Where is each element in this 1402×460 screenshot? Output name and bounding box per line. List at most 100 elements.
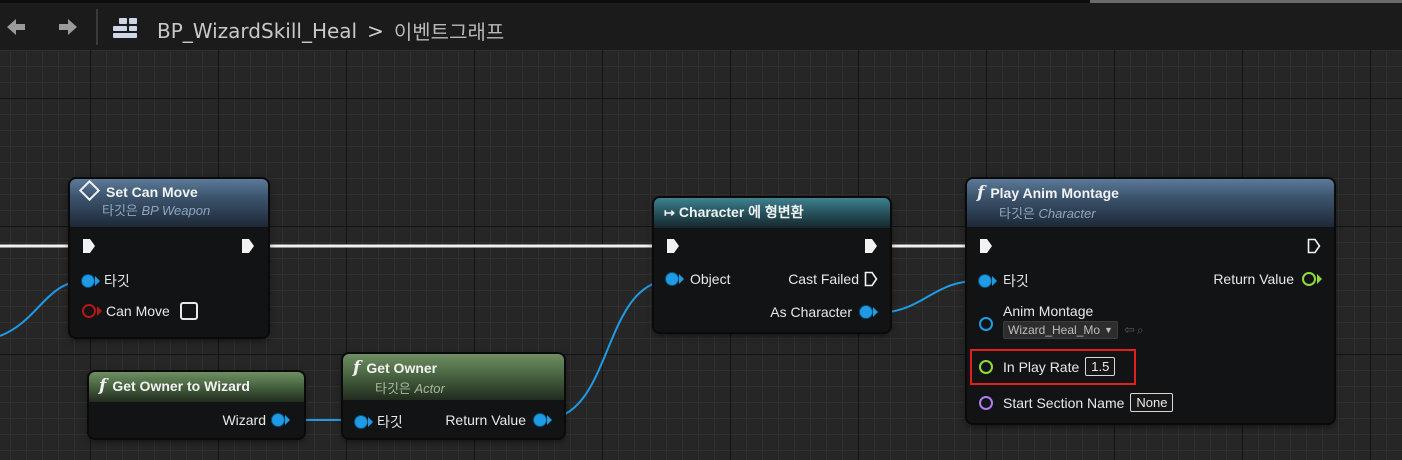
- editor-toolbar: BP_WizardSkill_Heal > 이벤트그래프: [0, 0, 1402, 51]
- pin-arrow: [547, 415, 552, 425]
- pin-label: Object: [690, 271, 731, 287]
- pin-start-section-name[interactable]: Start Section Name None: [979, 393, 1174, 412]
- node-title: Set Can Move: [78, 179, 258, 202]
- object-pin-icon[interactable]: [860, 306, 872, 318]
- pin-arrow: [992, 276, 997, 286]
- cast-icon: ↦: [664, 205, 675, 220]
- bool-pin-icon[interactable]: [82, 304, 96, 318]
- use-selected-arrow-icon[interactable]: ⇦: [1124, 322, 1135, 338]
- pin-cast-failed[interactable]: Cast Failed: [788, 271, 878, 287]
- pin-label: Anim Montage: [1003, 303, 1094, 319]
- pin-can-move[interactable]: Can Move: [82, 302, 198, 320]
- node-set-can-move[interactable]: Set Can Move 타깃은 BP Weapon 타깃 Can Move: [70, 179, 268, 337]
- highlight-box: [970, 349, 1136, 385]
- set-variable-icon: [78, 179, 101, 202]
- object-pin-icon[interactable]: [82, 275, 94, 287]
- pin-label: Can Move: [106, 303, 170, 319]
- back-arrow-icon[interactable]: [4, 15, 28, 39]
- pin-return-value[interactable]: Return Value: [1213, 271, 1322, 287]
- object-pin-icon[interactable]: [534, 414, 546, 426]
- node-title-text: Character 에 형변환: [678, 204, 804, 220]
- node-header: ↦ Character 에 형변환: [654, 198, 890, 228]
- node-title: f Get Owner to Wizard: [99, 376, 294, 396]
- pin-arrow: [285, 415, 290, 425]
- pin-arrow: [368, 417, 373, 427]
- pin-label: 타깃: [1003, 273, 1029, 289]
- pin-as-character[interactable]: As Character: [770, 304, 878, 320]
- subtitle-prefix: 타깃은: [102, 203, 138, 218]
- node-title-text: Get Owner: [366, 360, 438, 376]
- exec-out-pin-icon[interactable]: [864, 238, 878, 254]
- breadcrumb-graph[interactable]: 이벤트그래프: [394, 16, 504, 45]
- exec-out-pin-icon[interactable]: [241, 238, 255, 254]
- browse-search-icon[interactable]: ⌕: [1137, 323, 1144, 338]
- exec-in-pin-icon[interactable]: [979, 238, 993, 254]
- can-move-checkbox[interactable]: [179, 302, 198, 320]
- breadcrumb: BP_WizardSkill_Heal > 이벤트그래프: [157, 16, 504, 45]
- node-subtitle: 타깃은 Character: [999, 203, 1324, 222]
- name-pin-icon[interactable]: [979, 395, 993, 410]
- exec-in-pin-icon[interactable]: [666, 238, 680, 254]
- anim-montage-controls: Wizard_Heal_Mo ▼ ⇦ ⌕: [1003, 321, 1144, 339]
- node-title-text: Get Owner to Wizard: [112, 378, 250, 394]
- pin-label: 타깃: [104, 273, 130, 289]
- pin-label: Start Section Name: [1003, 394, 1125, 411]
- pin-label: Wizard: [222, 412, 266, 428]
- node-get-owner[interactable]: f Get Owner 타깃은 Actor 타깃 Return Value: [343, 354, 564, 438]
- node-subtitle: 타깃은 Actor: [375, 378, 554, 397]
- start-section-input[interactable]: None: [1130, 393, 1174, 412]
- node-header: Set Can Move 타깃은 BP Weapon: [70, 179, 268, 227]
- subtitle-prefix: 타깃은: [375, 381, 411, 396]
- pin-object[interactable]: Object: [666, 271, 730, 287]
- pin-wizard[interactable]: Wizard: [222, 412, 290, 428]
- pin-arrow: [95, 276, 100, 286]
- subtitle-target: Character: [1038, 206, 1096, 221]
- function-icon: f: [353, 358, 361, 378]
- node-get-owner-to-wizard[interactable]: f Get Owner to Wizard Wizard: [89, 372, 304, 438]
- node-title-text: Set Can Move: [106, 184, 198, 200]
- pin-label: Return Value: [1213, 271, 1294, 287]
- function-icon: f: [977, 183, 985, 203]
- anim-montage-field: Anim Montage Wizard_Heal_Mo ▼ ⇦ ⌕: [1003, 303, 1144, 339]
- node-header: f Play Anim Montage 타깃은 Character: [967, 179, 1334, 227]
- pin-label: As Character: [770, 304, 852, 320]
- pin-arrow: [679, 274, 684, 284]
- object-pin-icon[interactable]: [355, 416, 367, 428]
- float-pin-icon[interactable]: [1302, 272, 1316, 286]
- pin-arrow: [97, 306, 102, 316]
- pin-label: Cast Failed: [788, 271, 859, 287]
- object-pin-icon[interactable]: [272, 414, 284, 426]
- exec-out-hollow-pin-icon[interactable]: [864, 271, 878, 287]
- chevron-down-icon: ▼: [1104, 325, 1113, 335]
- node-cast-to-character[interactable]: ↦ Character 에 형변환 Object Cast Failed As C…: [654, 198, 890, 332]
- subtitle-target: Actor: [414, 381, 445, 396]
- breadcrumb-blueprint[interactable]: BP_WizardSkill_Heal: [157, 19, 357, 43]
- node-title: ↦ Character 에 형변환: [664, 202, 880, 222]
- pin-arrow: [873, 307, 878, 317]
- pin-label: 타깃: [377, 414, 403, 430]
- node-title-text: Play Anim Montage: [990, 185, 1119, 201]
- blueprint-icon: [113, 18, 139, 38]
- object-pin-icon[interactable]: [666, 273, 678, 285]
- object-pin-icon[interactable]: [979, 275, 991, 287]
- node-subtitle: 타깃은 BP Weapon: [102, 200, 258, 219]
- forward-arrow-icon[interactable]: [56, 15, 80, 39]
- pin-target[interactable]: 타깃: [979, 271, 1029, 291]
- node-title: f Get Owner: [353, 358, 554, 378]
- pin-target[interactable]: 타깃: [82, 271, 130, 291]
- anim-montage-dropdown[interactable]: Wizard_Heal_Mo ▼: [1003, 321, 1118, 339]
- subtitle-target: BP Weapon: [141, 203, 211, 218]
- pin-return-value[interactable]: Return Value: [445, 412, 552, 428]
- pin-anim-montage[interactable]: Anim Montage Wizard_Heal_Mo ▼ ⇦ ⌕: [979, 303, 1144, 339]
- pin-target[interactable]: 타깃: [355, 412, 403, 432]
- subtitle-prefix: 타깃은: [999, 206, 1035, 221]
- object-pin-icon[interactable]: [979, 317, 993, 331]
- node-play-anim-montage[interactable]: f Play Anim Montage 타깃은 Character 타깃 Retu…: [967, 179, 1334, 423]
- pin-arrow: [1317, 274, 1322, 284]
- exec-in-pin-icon[interactable]: [82, 238, 96, 254]
- node-header: f Get Owner to Wizard: [89, 372, 304, 402]
- dropdown-value: Wizard_Heal_Mo: [1008, 323, 1101, 337]
- exec-out-hollow-pin-icon[interactable]: [1307, 238, 1321, 254]
- toolbar-tab-indicator: [1090, 0, 1402, 3]
- breadcrumb-separator: >: [367, 18, 384, 43]
